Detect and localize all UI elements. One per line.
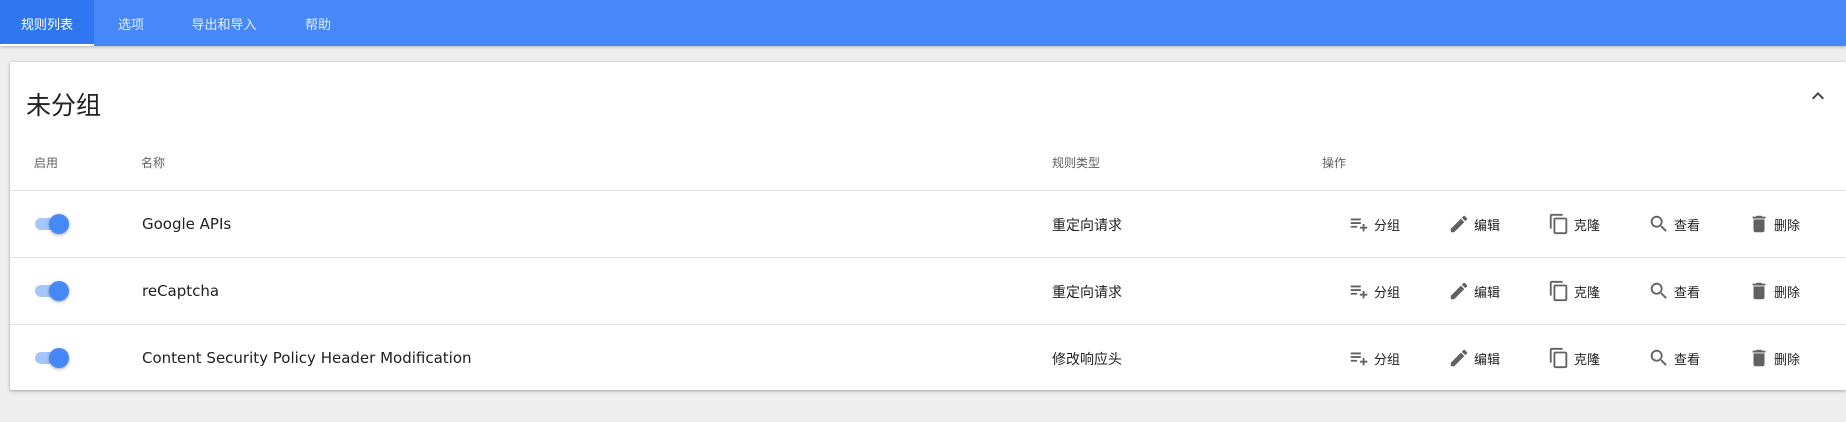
edit-button[interactable]: 编辑: [1448, 212, 1500, 236]
clone-button[interactable]: 克隆: [1548, 212, 1600, 236]
toggle-knob: [49, 281, 69, 301]
pencil-icon: [1450, 282, 1468, 300]
playlist-add-icon: [1350, 285, 1368, 299]
action-label: 克隆: [1574, 218, 1601, 234]
search-icon: [1650, 215, 1667, 232]
playlist-add-icon: [1350, 352, 1368, 366]
pencil-icon: [1450, 215, 1468, 233]
edit-button[interactable]: 编辑: [1448, 346, 1500, 370]
toggle-knob: [49, 348, 69, 368]
group-button[interactable]: 分组: [1348, 279, 1400, 303]
trash-icon: [1752, 215, 1766, 233]
group-button[interactable]: 分组: [1348, 212, 1400, 236]
view-button[interactable]: 查看: [1648, 212, 1700, 236]
tab-export-import[interactable]: 导出和导入: [168, 0, 280, 46]
column-header-type: 规则类型: [1052, 156, 1101, 170]
copy-icon: [1549, 347, 1568, 369]
view-button[interactable]: 查看: [1648, 279, 1700, 303]
rule-row: Google APIs 重定向请求 分组 编辑 克隆 查看 删除: [10, 191, 1846, 258]
tab-rule-list[interactable]: 规则列表: [0, 0, 94, 46]
group-title: 未分组: [26, 91, 102, 120]
rule-group-card: 未分组 启用 名称 规则类型 操作 Google APIs 重定向请求 分组 编辑 克隆…: [10, 62, 1846, 390]
search-icon: [1650, 282, 1667, 299]
rule-name: Content Security Policy Header Modificat…: [142, 349, 472, 367]
action-label: 编辑: [1474, 352, 1501, 368]
action-label: 删除: [1774, 352, 1801, 368]
top-tab-bar: 规则列表 选项 导出和导入 帮助: [0, 0, 1846, 46]
copy-icon: [1549, 213, 1568, 235]
edit-button[interactable]: 编辑: [1448, 279, 1500, 303]
enable-toggle[interactable]: [35, 213, 71, 235]
action-label: 克隆: [1574, 352, 1601, 368]
toggle-knob: [49, 214, 69, 234]
clone-button[interactable]: 克隆: [1548, 279, 1600, 303]
trash-icon: [1752, 282, 1766, 300]
rule-type: 重定向请求: [1052, 218, 1122, 234]
enable-toggle[interactable]: [35, 280, 71, 302]
group-button[interactable]: 分组: [1348, 346, 1400, 370]
column-header-actions: 操作: [1322, 156, 1347, 170]
rule-row: Content Security Policy Header Modificat…: [10, 325, 1846, 392]
rule-name: Google APIs: [142, 215, 232, 233]
chevron-up-icon[interactable]: [1806, 84, 1830, 108]
action-label: 编辑: [1474, 285, 1501, 301]
pencil-icon: [1450, 349, 1468, 367]
rule-type: 重定向请求: [1052, 285, 1122, 301]
column-header-enable: 启用: [34, 156, 59, 170]
action-label: 查看: [1674, 352, 1701, 368]
tab-help[interactable]: 帮助: [280, 0, 356, 46]
trash-icon: [1752, 349, 1766, 367]
action-label: 编辑: [1474, 218, 1501, 234]
action-label: 查看: [1674, 218, 1701, 234]
copy-icon: [1549, 280, 1568, 302]
action-label: 分组: [1374, 352, 1401, 368]
clone-button[interactable]: 克隆: [1548, 346, 1600, 370]
view-button[interactable]: 查看: [1648, 346, 1700, 370]
column-header-name: 名称: [141, 156, 166, 170]
rule-name: reCaptcha: [142, 282, 220, 300]
action-label: 删除: [1774, 218, 1801, 234]
delete-button[interactable]: 删除: [1748, 279, 1800, 303]
search-icon: [1650, 349, 1667, 366]
action-label: 分组: [1374, 218, 1401, 234]
action-label: 分组: [1374, 285, 1401, 301]
action-label: 删除: [1774, 285, 1801, 301]
playlist-add-icon: [1350, 218, 1368, 232]
delete-button[interactable]: 删除: [1748, 346, 1800, 370]
tab-options[interactable]: 选项: [94, 0, 168, 46]
delete-button[interactable]: 删除: [1748, 212, 1800, 236]
enable-toggle[interactable]: [35, 347, 71, 369]
rule-type: 修改响应头: [1052, 352, 1122, 368]
rule-row: reCaptcha 重定向请求 分组 编辑 克隆 查看 删除: [10, 258, 1846, 325]
action-label: 克隆: [1574, 285, 1601, 301]
action-label: 查看: [1674, 285, 1701, 301]
